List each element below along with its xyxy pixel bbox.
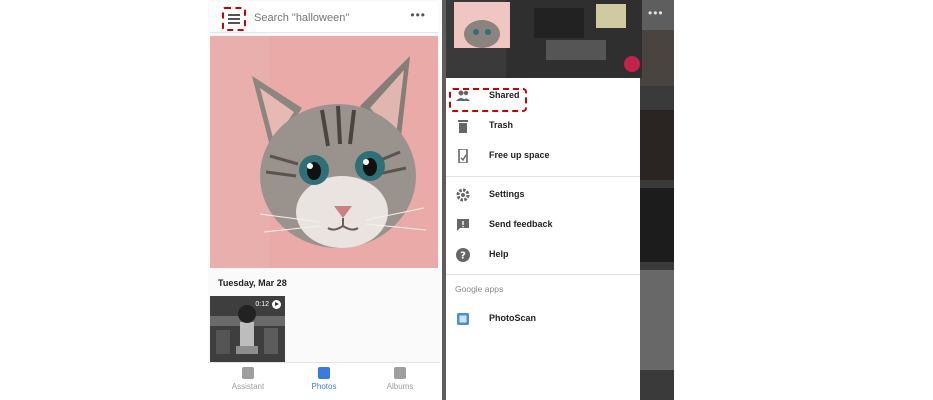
nav-photos[interactable]: Photos bbox=[287, 367, 361, 391]
nav-assistant[interactable]: Assistant bbox=[211, 367, 285, 391]
navigation-drawer: Shared Trash Free up space Settings Send… bbox=[446, 78, 640, 400]
menu-button[interactable] bbox=[222, 7, 246, 31]
drawer-divider bbox=[446, 274, 640, 275]
drawer-header-image bbox=[446, 0, 642, 78]
drawer-item-free-up-space[interactable]: Free up space bbox=[446, 143, 640, 169]
google-apps-section-title: Google apps bbox=[455, 284, 504, 294]
feedback-icon bbox=[457, 219, 469, 231]
drawer-item-label: Send feedback bbox=[489, 219, 553, 229]
drawer-item-label: PhotoScan bbox=[489, 313, 537, 323]
nav-photos-label: Photos bbox=[311, 382, 337, 391]
search-input[interactable] bbox=[254, 10, 394, 26]
drawer-item-label: Shared bbox=[489, 90, 520, 100]
albums-icon bbox=[394, 367, 406, 379]
drawer-item-label: Help bbox=[489, 249, 509, 259]
header-collage bbox=[446, 0, 642, 78]
more-options-icon[interactable]: ••• bbox=[410, 8, 426, 22]
photos-icon bbox=[318, 367, 330, 379]
drawer-item-settings[interactable]: Settings bbox=[446, 182, 640, 208]
drawer-item-shared[interactable]: Shared bbox=[446, 83, 640, 112]
kitten-illustration bbox=[210, 36, 438, 268]
drawer-item-help[interactable]: ? Help bbox=[446, 242, 640, 268]
search-bar: ••• bbox=[210, 2, 438, 33]
photoscan-icon bbox=[457, 313, 469, 325]
drawer-item-photoscan[interactable]: PhotoScan bbox=[446, 306, 640, 332]
play-icon bbox=[272, 300, 281, 309]
right-phone-screen: ••• Shared Trash Free up space Settings … bbox=[442, 0, 674, 400]
drawer-item-trash[interactable]: Trash bbox=[446, 113, 640, 139]
background-photo bbox=[640, 188, 674, 262]
phone-icon bbox=[458, 149, 468, 163]
video-thumbnail[interactable]: 0:12 bbox=[210, 296, 285, 362]
assistant-icon bbox=[242, 367, 254, 379]
left-phone-screen: ••• bbox=[208, 0, 440, 400]
background-photo bbox=[640, 270, 674, 370]
drawer-item-label: Settings bbox=[489, 189, 525, 199]
trash-icon bbox=[458, 120, 468, 133]
gear-icon bbox=[456, 188, 470, 202]
nav-assistant-label: Assistant bbox=[231, 382, 265, 391]
drawer-item-label: Free up space bbox=[489, 150, 550, 160]
people-icon bbox=[456, 90, 470, 101]
kitten-photo[interactable] bbox=[210, 36, 438, 268]
date-section-header: Tuesday, Mar 28 bbox=[218, 278, 287, 288]
drawer-item-label: Trash bbox=[489, 120, 514, 130]
nav-albums[interactable]: Albums bbox=[363, 367, 437, 391]
more-options-icon[interactable]: ••• bbox=[648, 6, 664, 20]
drawer-divider bbox=[446, 176, 640, 177]
bottom-navigation: Assistant Photos Albums bbox=[208, 362, 440, 400]
hamburger-icon bbox=[228, 14, 240, 24]
help-icon: ? bbox=[456, 248, 470, 262]
video-duration: 0:12 bbox=[255, 301, 269, 308]
drawer-item-send-feedback[interactable]: Send feedback bbox=[446, 212, 640, 238]
svg-text:?: ? bbox=[460, 251, 466, 262]
background-photo bbox=[640, 110, 674, 180]
nav-albums-label: Albums bbox=[386, 382, 414, 391]
background-photo bbox=[640, 30, 674, 86]
